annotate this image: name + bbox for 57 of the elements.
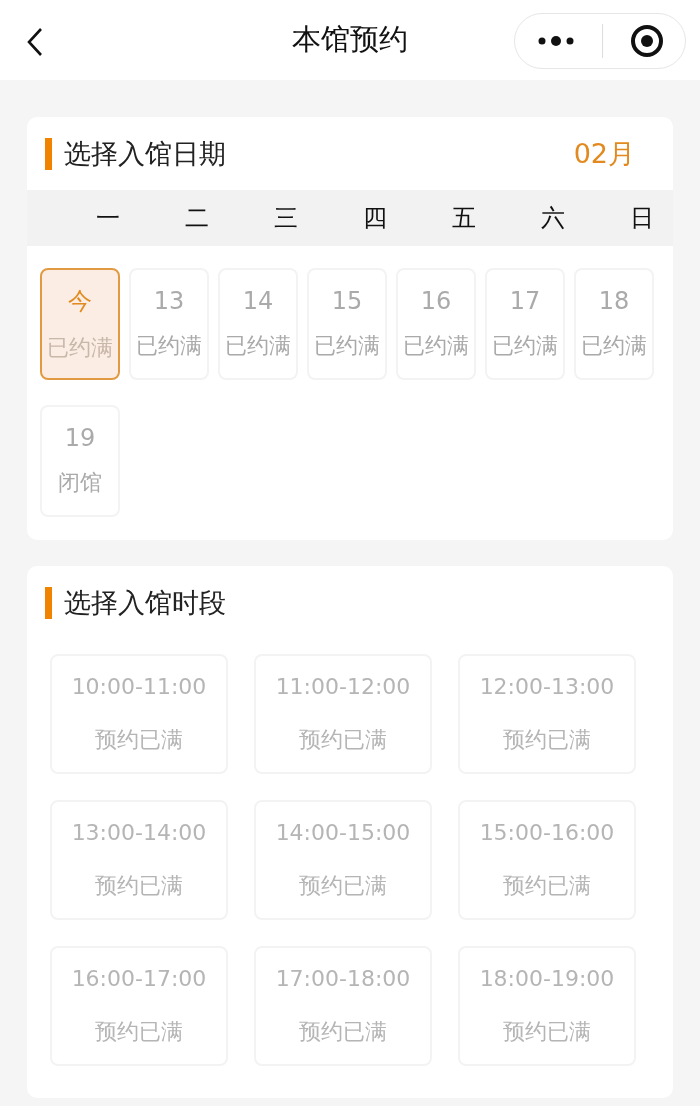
date-number: 13 [153, 287, 185, 315]
weekday-label: 二 [183, 203, 210, 234]
more-icon[interactable] [536, 35, 575, 47]
slot-time: 15:00-16:00 [479, 819, 615, 845]
date-status: 已约满 [136, 332, 202, 360]
weekday-label: 六 [539, 203, 566, 234]
date-cell[interactable]: 19 闭馆 [40, 405, 120, 517]
back-icon[interactable] [26, 27, 44, 57]
date-cell[interactable]: 13 已约满 [129, 268, 209, 380]
date-number: 14 [242, 287, 274, 315]
weekday-label: 三 [272, 203, 299, 234]
date-number: 今 [68, 286, 92, 317]
date-number: 16 [420, 287, 452, 315]
slot-status: 预约已满 [299, 1017, 387, 1046]
slot-status: 预约已满 [503, 871, 591, 900]
weekday-label: 五 [450, 203, 477, 234]
date-number: 15 [331, 287, 363, 315]
weekday-label: 一 [94, 203, 121, 234]
date-cell[interactable]: 17 已约满 [485, 268, 565, 380]
date-status: 已约满 [581, 332, 647, 360]
page-title: 本馆预约 [292, 21, 408, 58]
date-cell[interactable]: 14 已约满 [218, 268, 298, 380]
slot-time: 17:00-18:00 [275, 965, 411, 991]
date-number: 19 [64, 424, 96, 452]
slot-time: 13:00-14:00 [71, 819, 207, 845]
section-title: 选择入馆日期 [64, 136, 227, 171]
slot-status: 预约已满 [503, 1017, 591, 1046]
date-status: 已约满 [403, 332, 469, 360]
date-cell[interactable]: 15 已约满 [307, 268, 387, 380]
slot-time: 18:00-19:00 [479, 965, 615, 991]
date-status: 闭馆 [58, 469, 102, 497]
accent-bar [45, 586, 52, 619]
date-status: 已约满 [492, 332, 558, 360]
slot-status: 预约已满 [299, 725, 387, 754]
date-number: 17 [509, 287, 541, 315]
section-title: 选择入馆时段 [64, 585, 227, 620]
date-status: 已约满 [47, 334, 113, 362]
date-cell[interactable]: 今 已约满 [40, 268, 120, 380]
slot-time: 11:00-12:00 [275, 673, 411, 699]
slot-status: 预约已满 [95, 725, 183, 754]
slot-status: 预约已满 [95, 871, 183, 900]
slot-time: 12:00-13:00 [479, 673, 615, 699]
slot-status: 预约已满 [503, 725, 591, 754]
month-label: 02月 [573, 136, 635, 171]
date-status: 已约满 [225, 332, 291, 360]
slot-status: 预约已满 [299, 871, 387, 900]
slot-time: 14:00-15:00 [275, 819, 411, 845]
slot-time: 16:00-17:00 [71, 965, 207, 991]
date-number: 18 [598, 287, 630, 315]
date-status: 已约满 [314, 332, 380, 360]
slot-status: 预约已满 [95, 1017, 183, 1046]
date-cell[interactable]: 18 已约满 [574, 268, 654, 380]
date-cell[interactable]: 16 已约满 [396, 268, 476, 380]
slot-time: 10:00-11:00 [71, 673, 207, 699]
accent-bar [45, 137, 52, 170]
weekday-label: 四 [361, 203, 388, 234]
weekday-label: 日 [628, 203, 655, 234]
